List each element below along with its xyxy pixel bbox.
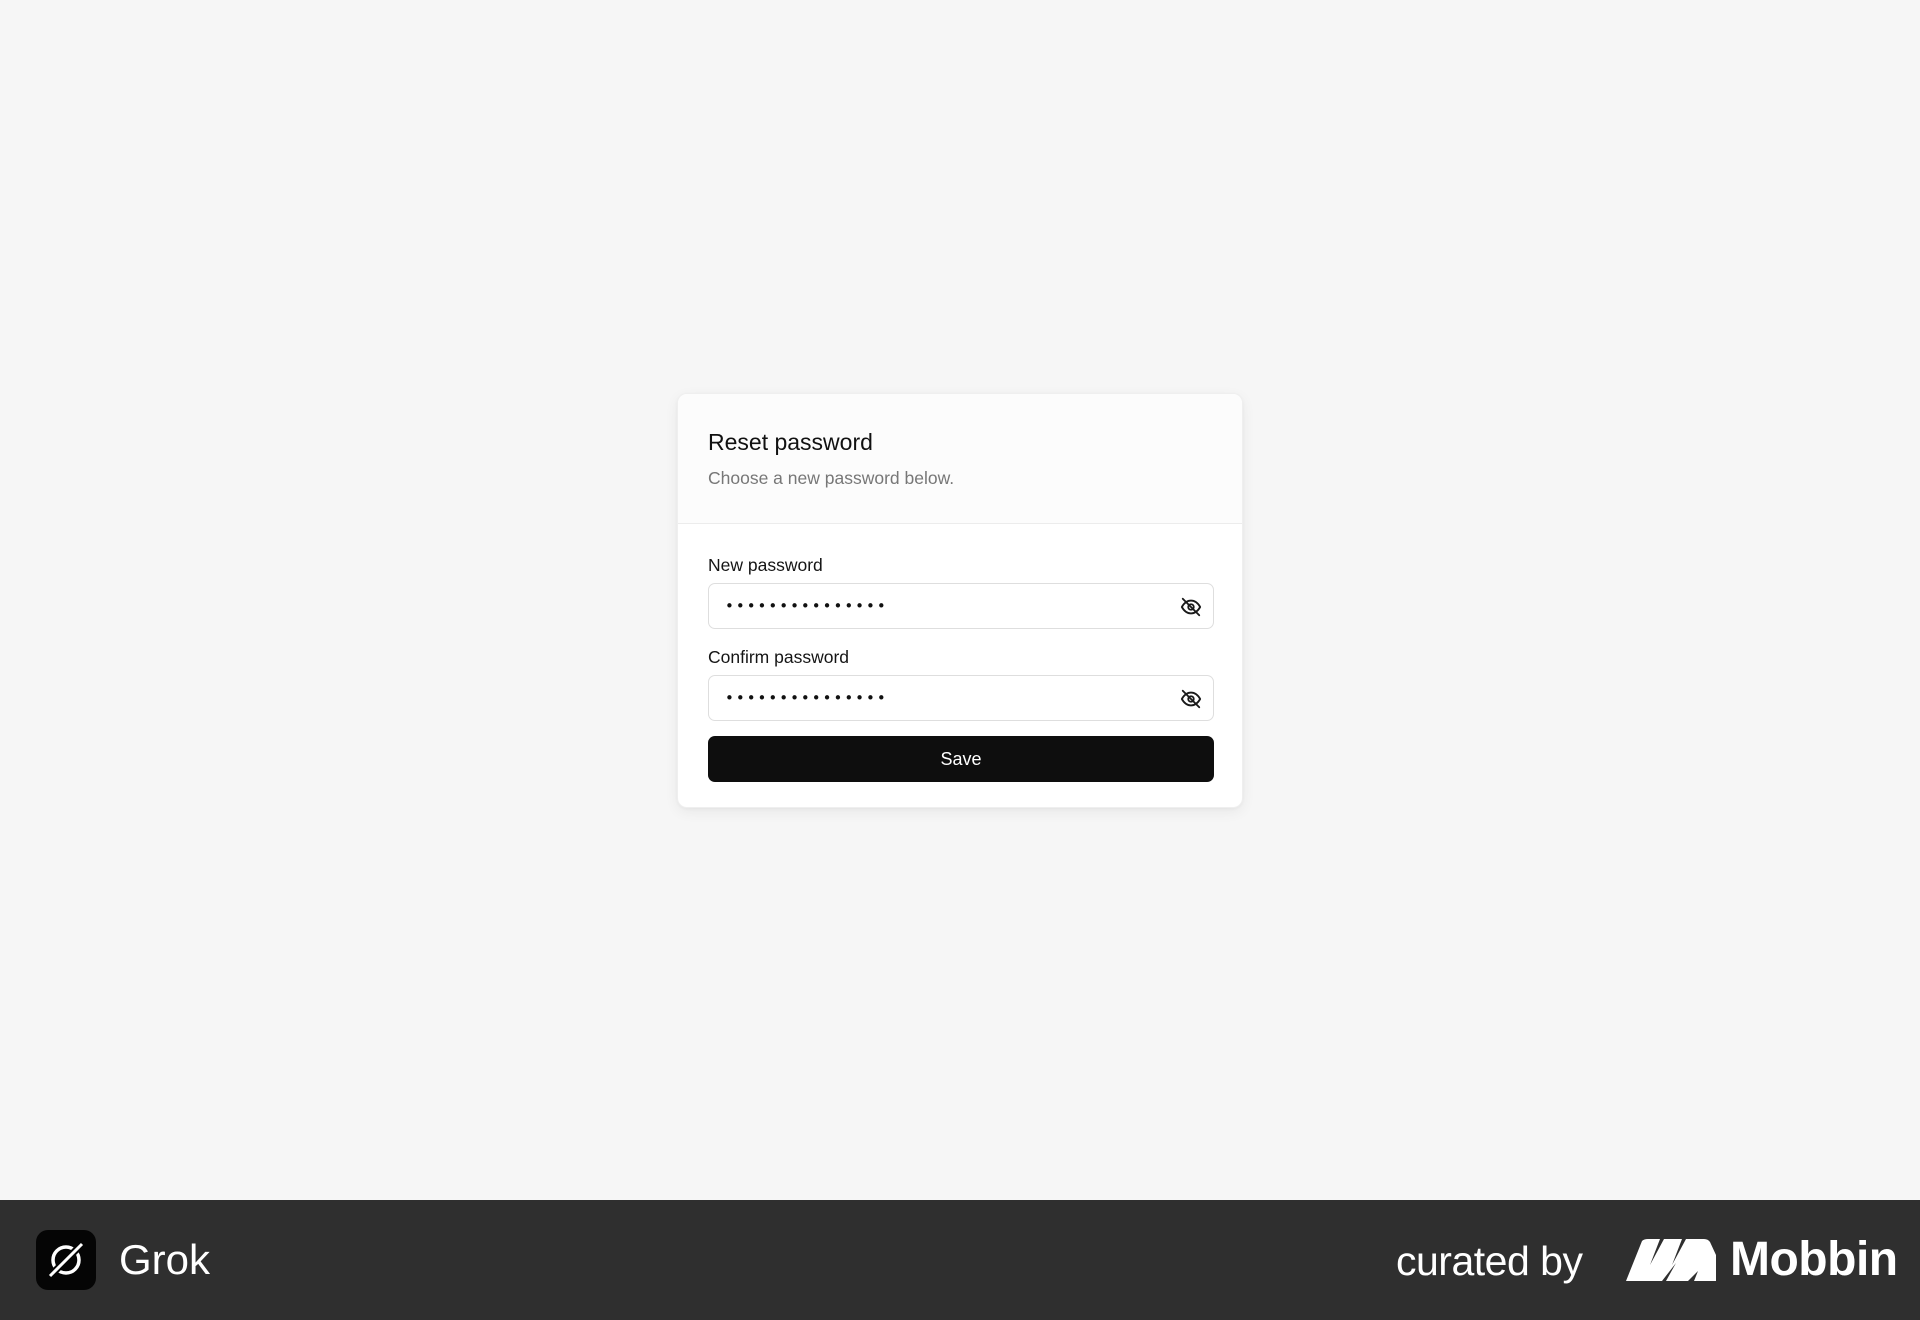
- new-password-field: [708, 583, 1214, 629]
- footer-bar: Grok curated by Mobbin: [0, 1200, 1920, 1320]
- mobbin-logo-icon: [1626, 1239, 1716, 1281]
- card-subtitle: Choose a new password below.: [708, 468, 955, 488]
- app-name: Grok: [119, 1236, 211, 1283]
- page-background: Reset password Choose a new password bel…: [0, 0, 1920, 1200]
- confirm-password-label: Confirm password: [708, 647, 850, 667]
- reset-password-card: Reset password Choose a new password bel…: [677, 393, 1243, 808]
- eye-off-icon: [1180, 597, 1202, 617]
- curated-by-text: curated by: [1396, 1238, 1583, 1284]
- card-header: Reset password Choose a new password bel…: [678, 394, 1242, 524]
- confirm-password-input[interactable]: [709, 676, 1213, 720]
- card-body: New password Confirm password Save: [678, 524, 1242, 782]
- confirm-password-field: [708, 675, 1214, 721]
- card-title: Reset password: [708, 429, 873, 455]
- save-button[interactable]: Save: [708, 736, 1214, 782]
- new-password-visibility-toggle[interactable]: [1177, 593, 1205, 621]
- grok-logo-icon: [36, 1230, 96, 1290]
- new-password-input[interactable]: [709, 584, 1213, 628]
- eye-off-icon: [1180, 689, 1202, 709]
- grok-logo-icon: [46, 1240, 86, 1280]
- mobbin-brand-name: Mobbin: [1730, 1233, 1898, 1286]
- new-password-label: New password: [708, 555, 823, 575]
- confirm-password-visibility-toggle[interactable]: [1177, 685, 1205, 713]
